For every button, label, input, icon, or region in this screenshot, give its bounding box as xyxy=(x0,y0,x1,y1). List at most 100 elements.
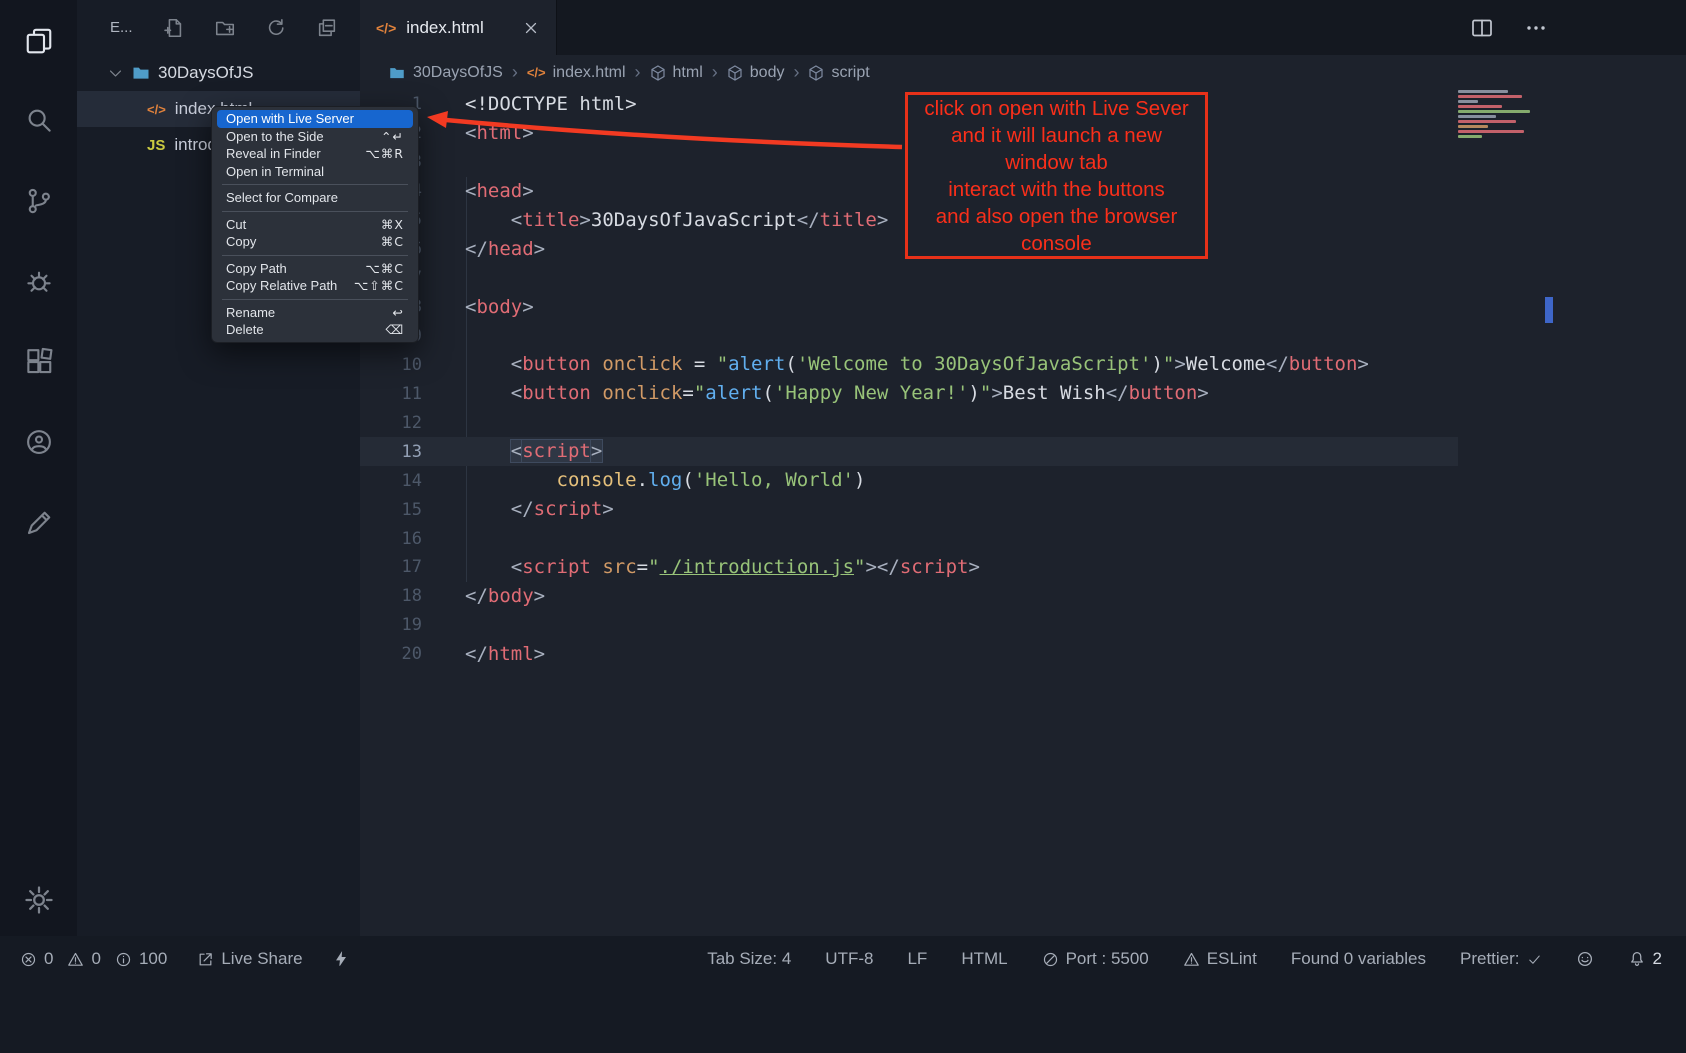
menu-separator xyxy=(222,184,408,185)
menu-item-open-to-the-side[interactable]: Open to the Side⌃↵ xyxy=(217,128,413,146)
breadcrumb: 30DaysOfJS </> index.html html body scri… xyxy=(360,55,1686,90)
info-status[interactable]: 100 xyxy=(115,949,167,969)
warnings-status[interactable]: 0 xyxy=(67,949,100,969)
breadcrumb-separator xyxy=(703,62,727,83)
menu-item-copy[interactable]: Copy⌘C xyxy=(217,233,413,251)
code-line[interactable]: 8<body> xyxy=(360,293,1458,322)
breadcrumb-folder[interactable]: 30DaysOfJS xyxy=(388,64,503,82)
breadcrumb-body[interactable]: body xyxy=(727,64,785,82)
refresh-icon[interactable] xyxy=(265,17,287,39)
live-share-status[interactable]: Live Share xyxy=(197,949,302,969)
context-menu: Open with Live Server Open to the Side⌃↵… xyxy=(211,106,419,343)
code-line[interactable]: 14 console.log('Hello, World') xyxy=(360,466,1458,495)
code-line[interactable]: 13 <script> xyxy=(360,437,1458,466)
menu-separator xyxy=(222,299,408,300)
minimap[interactable] xyxy=(1458,90,1540,140)
menu-item-copy-relative-path[interactable]: Copy Relative Path⌥⇧⌘C xyxy=(217,277,413,295)
code-line[interactable]: 20</html> xyxy=(360,640,1458,669)
edit-pen-icon[interactable] xyxy=(22,506,56,540)
bell-icon xyxy=(1628,950,1646,968)
js-file-icon: JS xyxy=(147,137,165,154)
circle-slash-icon xyxy=(1042,951,1059,968)
symbol-cube-icon xyxy=(727,65,743,81)
variables-status[interactable]: Found 0 variables xyxy=(1291,949,1426,969)
breadcrumb-separator xyxy=(503,62,527,83)
account-icon[interactable] xyxy=(22,425,56,459)
code-line[interactable]: 16 xyxy=(360,524,1458,553)
settings-gear-icon[interactable] xyxy=(22,883,56,917)
menu-item-open-with-live-server[interactable]: Open with Live Server xyxy=(217,110,413,128)
code-line[interactable]: 17 <script src="./introduction.js"></scr… xyxy=(360,553,1458,582)
tab-index-html[interactable]: </> index.html xyxy=(360,0,557,55)
more-actions-icon[interactable] xyxy=(1524,16,1548,40)
search-icon[interactable] xyxy=(22,103,56,137)
menu-item-reveal-in-finder[interactable]: Reveal in Finder⌥⌘R xyxy=(217,145,413,163)
chevron-down-icon xyxy=(107,65,124,82)
menu-item-copy-path[interactable]: Copy Path⌥⌘C xyxy=(217,260,413,278)
menu-item-rename[interactable]: Rename↩ xyxy=(217,304,413,322)
smiley-icon xyxy=(1576,950,1594,968)
code-line[interactable]: 19 xyxy=(360,611,1458,640)
folder-icon xyxy=(131,63,151,83)
tab-label: index.html xyxy=(406,18,483,38)
feedback-status[interactable] xyxy=(1576,950,1594,968)
code-line[interactable]: 7 xyxy=(360,264,1458,293)
tab-close-icon[interactable] xyxy=(522,19,540,37)
explorer-icon[interactable] xyxy=(22,24,56,58)
tab-size-status[interactable]: Tab Size: 4 xyxy=(707,949,791,969)
code-line[interactable]: 11 <button onclick="alert('Happy New Yea… xyxy=(360,379,1458,408)
breadcrumb-script[interactable]: script xyxy=(808,64,869,82)
vscode-window: E... 30DaysOfJS </> xyxy=(0,0,1686,1053)
info-icon xyxy=(115,951,132,968)
menu-separator xyxy=(222,211,408,212)
breadcrumb-separator xyxy=(626,62,650,83)
eol-status[interactable]: LF xyxy=(907,949,927,969)
lightning-status[interactable] xyxy=(333,950,349,968)
menu-item-open-in-terminal[interactable]: Open in Terminal xyxy=(217,163,413,181)
collapse-all-icon[interactable] xyxy=(316,17,338,39)
annotation-box: click on open with Live Sever and it wil… xyxy=(905,92,1208,259)
overview-ruler-marker xyxy=(1545,297,1553,323)
warning-triangle-icon xyxy=(1183,951,1200,968)
breadcrumb-html[interactable]: html xyxy=(650,64,703,82)
code-line[interactable]: 10 <button onclick = "alert('Welcome to … xyxy=(360,350,1458,379)
prettier-status[interactable]: Prettier: xyxy=(1460,949,1542,969)
error-icon xyxy=(20,951,37,968)
code-line[interactable]: 15 </script> xyxy=(360,495,1458,524)
encoding-status[interactable]: UTF-8 xyxy=(825,949,873,969)
source-control-icon[interactable] xyxy=(22,184,56,218)
tree-root-folder[interactable]: 30DaysOfJS xyxy=(77,55,360,91)
html-file-icon: </> xyxy=(527,65,546,80)
errors-status[interactable]: 0 xyxy=(20,949,53,969)
tab-bar: </> index.html xyxy=(360,0,1686,55)
language-status[interactable]: HTML xyxy=(961,949,1007,969)
live-share-icon xyxy=(197,951,214,968)
html-file-icon: </> xyxy=(376,20,396,36)
symbol-cube-icon xyxy=(808,65,824,81)
eslint-status[interactable]: ESLint xyxy=(1183,949,1257,969)
menu-item-select-for-compare[interactable]: Select for Compare xyxy=(217,189,413,207)
check-icon xyxy=(1527,952,1542,967)
folder-icon xyxy=(388,64,406,82)
explorer-header: E... xyxy=(77,0,360,55)
code-line[interactable]: 18</body> xyxy=(360,582,1458,611)
menu-item-delete[interactable]: Delete⌫ xyxy=(217,321,413,339)
port-status[interactable]: Port : 5500 xyxy=(1042,949,1149,969)
root-folder-label: 30DaysOfJS xyxy=(158,63,253,83)
code-line[interactable]: 12 xyxy=(360,408,1458,437)
breadcrumb-file[interactable]: </> index.html xyxy=(527,64,626,82)
new-file-icon[interactable] xyxy=(163,17,185,39)
menu-separator xyxy=(222,255,408,256)
code-line[interactable]: 9 xyxy=(360,322,1458,351)
menu-item-cut[interactable]: Cut⌘X xyxy=(217,216,413,234)
editor-actions xyxy=(1470,0,1686,55)
extensions-icon[interactable] xyxy=(22,345,56,379)
split-editor-icon[interactable] xyxy=(1470,16,1494,40)
lightning-icon xyxy=(333,950,349,968)
explorer-title: E... xyxy=(110,19,133,36)
new-folder-icon[interactable] xyxy=(214,17,236,39)
warning-icon xyxy=(67,951,84,968)
run-debug-icon[interactable] xyxy=(22,265,56,299)
notifications-status[interactable]: 2 xyxy=(1628,949,1662,969)
html-file-icon: </> xyxy=(147,102,166,117)
